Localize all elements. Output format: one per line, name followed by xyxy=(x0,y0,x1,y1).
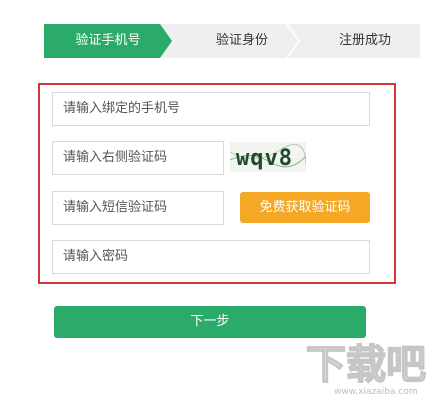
sms-button-label: 免费获取验证码 xyxy=(259,200,351,215)
step-label: 验证手机号 xyxy=(75,33,141,48)
password-input[interactable]: 请输入密码 xyxy=(52,240,370,274)
next-button-label: 下一步 xyxy=(190,314,230,329)
watermark-text: 下载吧 xyxy=(306,342,426,388)
sms-code-input[interactable]: 请输入短信验证码 xyxy=(52,191,224,225)
phone-placeholder: 请输入绑定的手机号 xyxy=(63,101,181,116)
phone-input[interactable]: 请输入绑定的手机号 xyxy=(52,92,370,126)
captcha-input[interactable]: 请输入右侧验证码 xyxy=(52,141,224,175)
step-verify-identity: 验证身份 xyxy=(176,24,300,58)
step-verify-phone: 验证手机号 xyxy=(44,24,172,58)
captcha-text: wqv8 xyxy=(236,146,293,171)
captcha-graphic: wqv8 xyxy=(230,143,306,171)
step-label: 注册成功 xyxy=(338,33,391,48)
captcha-placeholder: 请输入右侧验证码 xyxy=(63,150,168,165)
step-register-success: 注册成功 xyxy=(300,24,420,58)
captcha-image[interactable]: wqv8 xyxy=(230,142,306,172)
watermark-url: www.xiazaiba.com xyxy=(334,387,418,397)
password-placeholder: 请输入密码 xyxy=(63,249,129,264)
watermark-logo: 下载吧 www.xiazaiba.com xyxy=(300,322,444,400)
get-sms-code-button[interactable]: 免费获取验证码 xyxy=(240,192,370,223)
step-progress-bar: 验证手机号 验证身份 注册成功 xyxy=(44,24,420,58)
sms-placeholder: 请输入短信验证码 xyxy=(63,200,168,215)
step-label: 验证身份 xyxy=(215,33,268,48)
